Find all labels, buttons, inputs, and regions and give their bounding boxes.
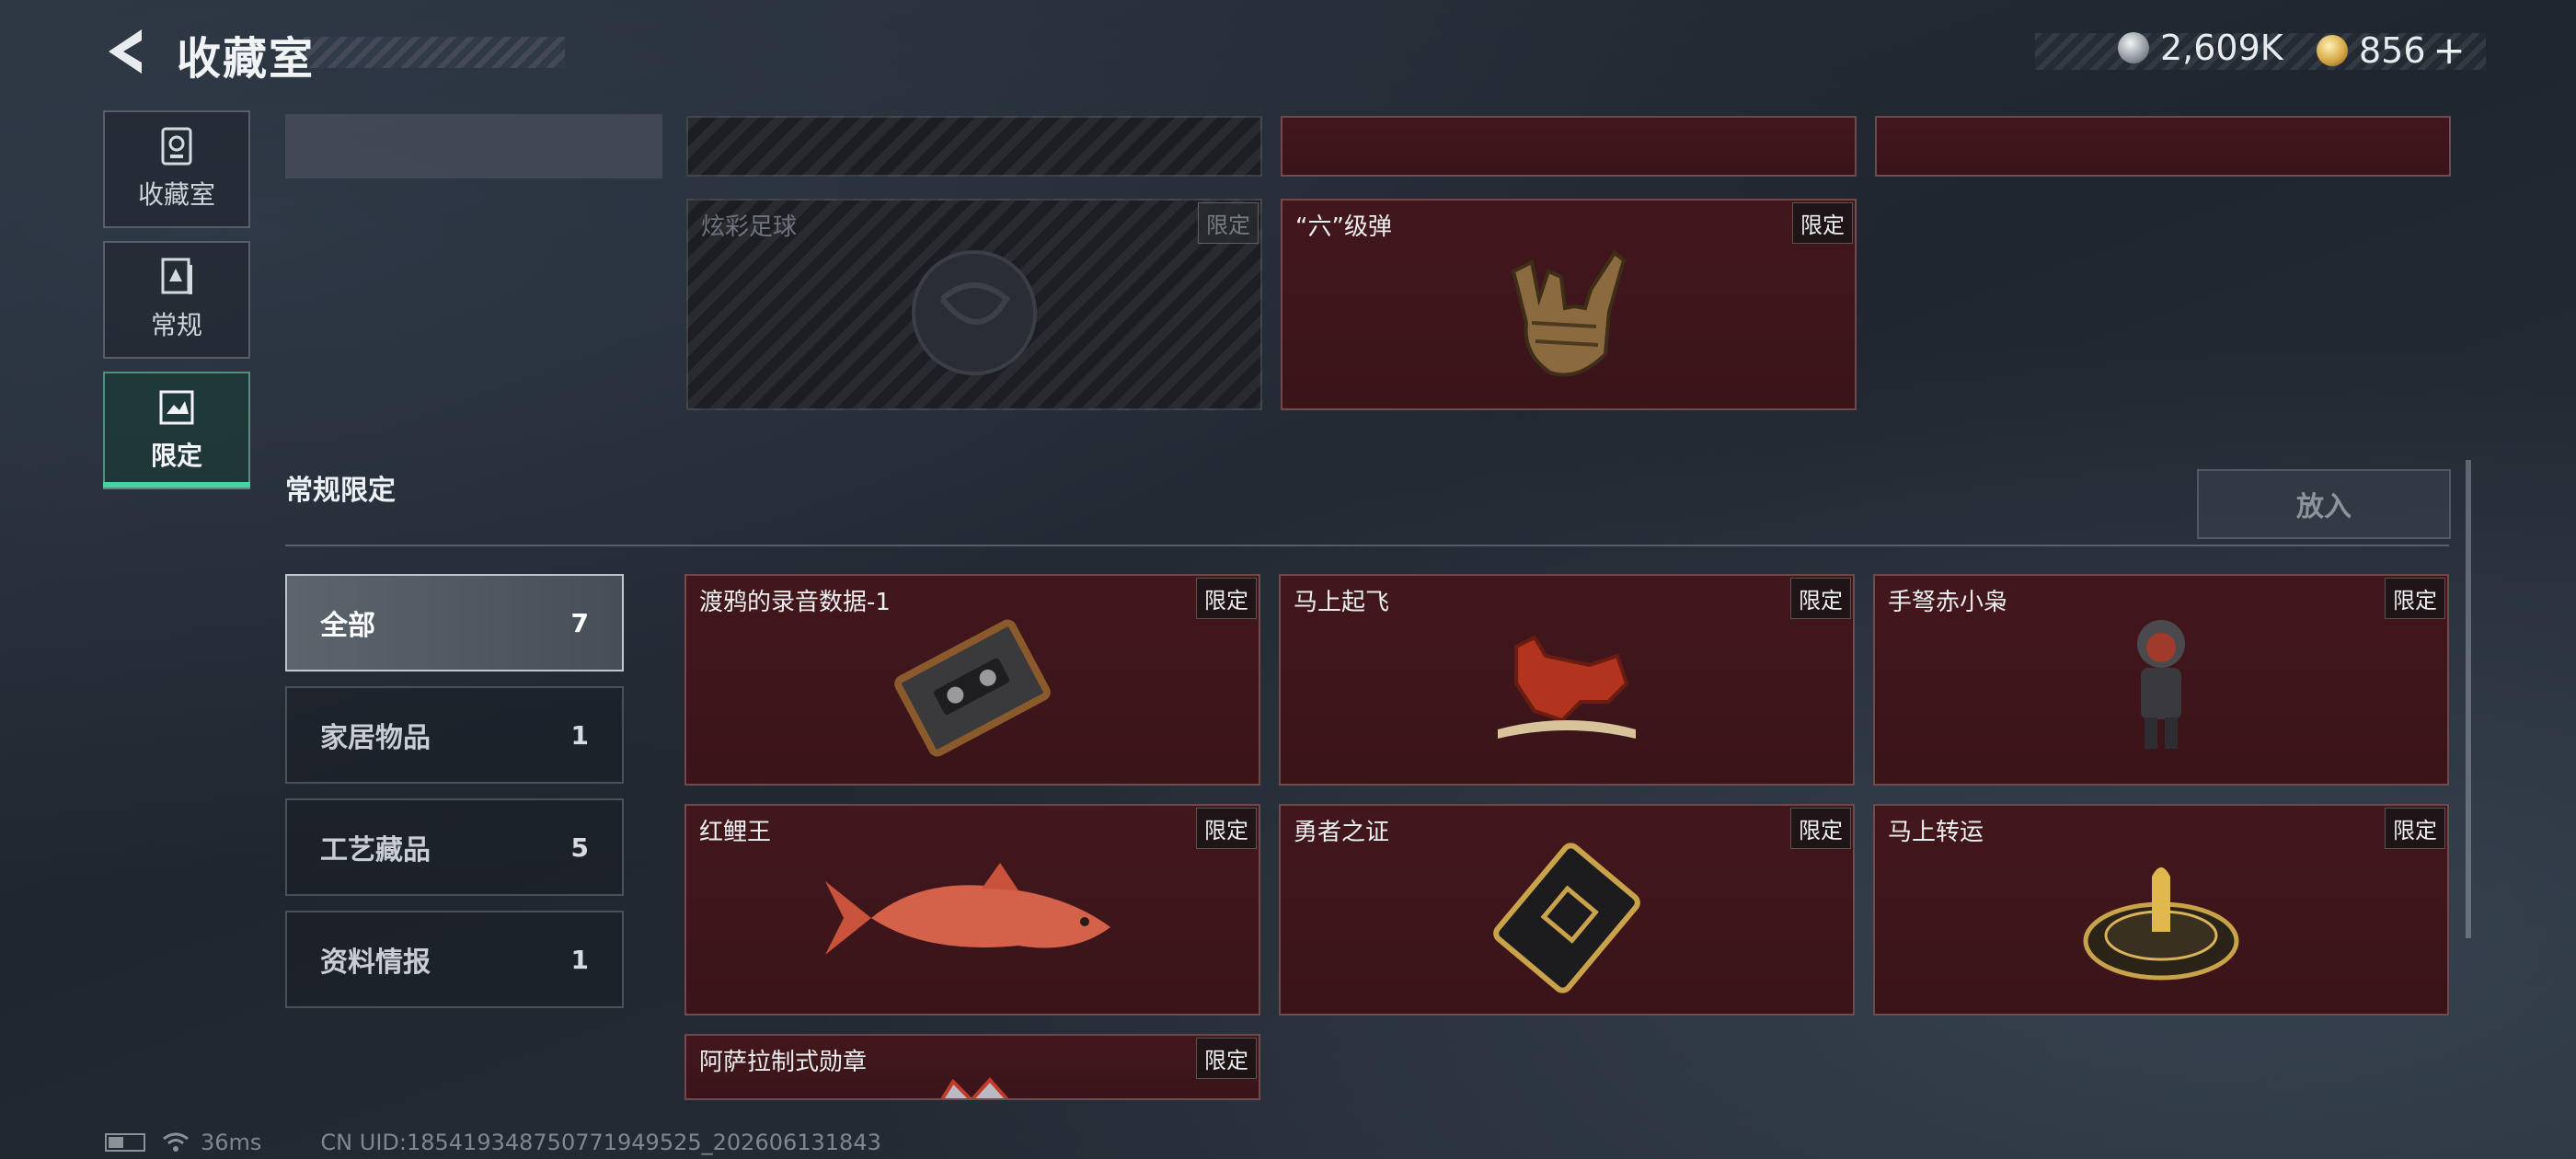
limited-tag: 限定	[1198, 202, 1259, 244]
filter-count: 1	[570, 944, 589, 975]
nav-item-limited[interactable]: 限定	[103, 372, 250, 489]
silver-amount: 2,609K	[2160, 28, 2283, 68]
figure-icon	[2137, 620, 2185, 750]
filter-label: 全部	[320, 610, 375, 642]
item-card[interactable]: 马上转运 限定	[1873, 804, 2449, 1016]
item-name: 炫彩足球	[701, 213, 798, 241]
title-decoration	[304, 37, 565, 68]
uid-text: CN UID:18541934875077194952‌5_2026061318…	[320, 1130, 881, 1155]
item-card[interactable]: 马上起飞 限定	[1279, 574, 1855, 786]
filter-label: 工艺藏品	[320, 834, 431, 866]
limited-tag: 限定	[2385, 578, 2445, 619]
item-card[interactable]: 手弩赤小枭 限定	[1873, 574, 2449, 786]
item-card[interactable]	[1875, 116, 2451, 177]
item-name: “六”级弹	[1295, 213, 1392, 241]
filter-intel[interactable]: 资料情报 1	[285, 911, 624, 1008]
item-card-football[interactable]: 炫彩足球 限定	[686, 199, 1262, 410]
item-name: 勇者之证	[1294, 819, 1390, 846]
filter-label: 家居物品	[320, 722, 431, 754]
trophy-icon	[161, 127, 192, 166]
turntable-icon	[2083, 867, 2239, 981]
nav-item-label: 限定	[150, 441, 202, 471]
battery-icon	[105, 1133, 145, 1152]
scrollbar[interactable]	[2466, 460, 2471, 938]
book-icon	[161, 258, 192, 294]
football-icon	[912, 250, 1037, 376]
gold-currency: 856 +	[2317, 28, 2466, 73]
gold-coin-icon	[2317, 34, 2348, 66]
placeholder-bar	[285, 114, 662, 178]
section-divider	[285, 545, 2449, 546]
item-name: 红鲤王	[699, 819, 772, 846]
cassette-icon	[894, 619, 1051, 757]
gold-amount: 856	[2359, 29, 2426, 71]
limited-tag: 限定	[1790, 578, 1851, 619]
status-bar: 36ms CN UID:18541934875077194952‌5_20260…	[105, 1130, 881, 1155]
filter-count: 1	[570, 719, 589, 751]
add-currency-button[interactable]: +	[2433, 28, 2466, 73]
item-name: 马上转运	[1888, 819, 1984, 846]
limited-tag: 限定	[1790, 808, 1851, 849]
nav-item-label: 常规	[150, 310, 202, 340]
carp-icon	[825, 863, 1110, 956]
nav-item-collection[interactable]: 收藏室	[103, 110, 250, 228]
ping-text: 36ms	[201, 1130, 262, 1155]
limited-tag: 限定	[1196, 1038, 1257, 1079]
nav-active-indicator	[103, 482, 250, 488]
filter-crafts[interactable]: 工艺藏品 5	[285, 798, 624, 896]
filter-all[interactable]: 全部 7	[285, 574, 624, 671]
item-name: 阿萨拉制式勋章	[699, 1049, 868, 1076]
put-in-button[interactable]: 放入	[2197, 469, 2451, 539]
filter-count: 5	[570, 832, 589, 863]
wifi-icon	[163, 1132, 189, 1152]
filter-home-items[interactable]: 家居物品 1	[285, 686, 624, 784]
item-card[interactable]: 渡鸦的录音数据-1 限定	[684, 574, 1260, 786]
medal-icon	[940, 1077, 1009, 1098]
nav-item-label: 收藏室	[137, 179, 215, 210]
filter-count: 7	[570, 607, 589, 638]
back-arrow-icon[interactable]	[99, 24, 155, 79]
item-card[interactable]	[686, 116, 1262, 177]
item-card[interactable]: 阿萨拉制式勋章 限定	[684, 1034, 1260, 1100]
item-name: 渡鸦的录音数据-1	[699, 589, 891, 616]
limited-tag: 限定	[1196, 808, 1257, 849]
limited-tag: 限定	[2385, 808, 2445, 849]
limited-tag: 限定	[1792, 202, 1853, 244]
item-card-grenade[interactable]: “六”级弹 限定	[1281, 199, 1857, 410]
item-card[interactable]: 红鲤王 限定	[684, 804, 1260, 1016]
silver-coin-icon	[2118, 32, 2149, 63]
horse-icon	[1498, 635, 1636, 740]
item-name: 马上起飞	[1294, 589, 1390, 616]
limited-tag: 限定	[1196, 578, 1257, 619]
item-name: 手弩赤小枭	[1888, 589, 2008, 616]
image-icon	[159, 390, 194, 425]
item-card[interactable]	[1281, 116, 1857, 177]
page-title: 收藏室	[177, 33, 316, 85]
section-title: 常规限定	[285, 475, 396, 507]
card-icon	[1493, 843, 1640, 993]
hand-sign-icon	[1511, 250, 1627, 377]
silver-currency: 2,609K	[2118, 28, 2283, 68]
nav-item-regular[interactable]: 常规	[103, 241, 250, 359]
item-card[interactable]: 勇者之证 限定	[1279, 804, 1855, 1016]
filter-label: 资料情报	[320, 947, 431, 979]
